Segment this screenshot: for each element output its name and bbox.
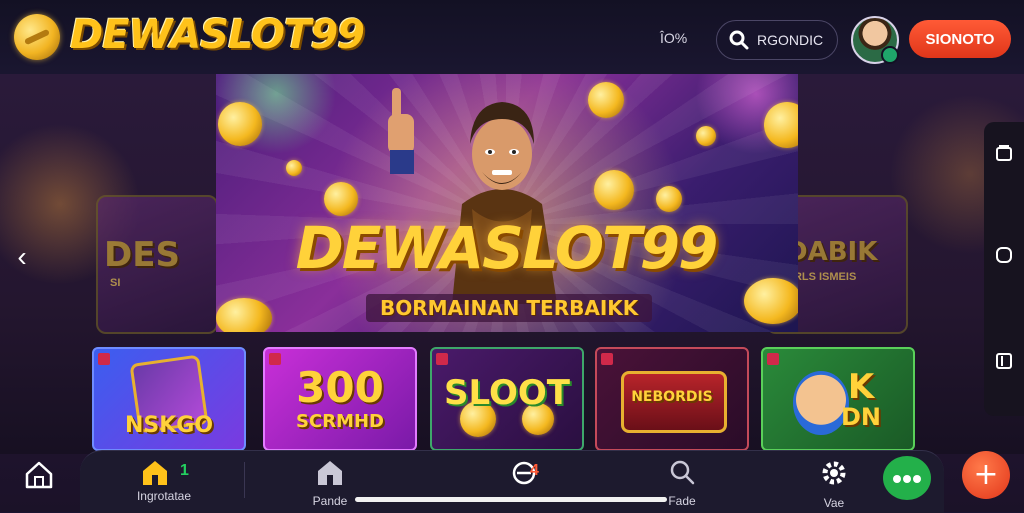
hot-badge-icon — [436, 353, 448, 365]
house-icon — [315, 461, 345, 490]
nav-divider — [244, 462, 245, 498]
nav-item-deposit[interactable]: 4 — [494, 460, 554, 491]
game-card-2[interactable]: 300 SCRMHD — [263, 347, 417, 451]
online-status-icon — [881, 46, 899, 64]
recent-apps-icon[interactable] — [994, 144, 1014, 164]
game-card-4[interactable]: NEBORDIS — [595, 347, 749, 451]
search-label: RGONDIC — [757, 32, 824, 48]
game-card-4-title: NEBORDIS — [631, 389, 713, 405]
coin-decoration — [594, 170, 634, 210]
search-button[interactable]: RGONDIC — [716, 20, 838, 60]
nav-item-deposit-badge: 4 — [530, 462, 539, 479]
side-promo-left-sub: SI — [110, 277, 121, 289]
coin-decoration — [218, 102, 262, 146]
home-circle-icon[interactable] — [994, 246, 1014, 266]
game-card-1[interactable]: NSKGO — [92, 347, 246, 451]
game-card-5[interactable]: K DN — [761, 347, 915, 451]
more-icon — [893, 474, 901, 483]
hero-banner[interactable]: DEWASLOT99 BORMAINAN TERBAIKK — [216, 74, 798, 332]
hot-badge-icon — [767, 353, 779, 365]
side-promo-left-title: DES — [104, 235, 180, 275]
game-card-2-title: 300 — [296, 363, 384, 412]
gear-icon — [819, 461, 849, 492]
side-promo-left[interactable]: DES SI — [96, 195, 218, 334]
coin-decoration — [696, 126, 716, 146]
add-button[interactable]: + — [962, 451, 1010, 499]
more-options-button[interactable] — [883, 456, 931, 500]
nav-item-home-badge: 1 — [180, 462, 189, 479]
coin-decoration — [216, 298, 272, 332]
nav-item-promo[interactable]: Pande — [300, 458, 360, 508]
home-icon — [140, 458, 170, 491]
nav-item-home[interactable]: 1 Ingrotatae — [124, 458, 204, 503]
more-icon-dot — [903, 474, 911, 483]
system-home-indicator[interactable] — [355, 497, 667, 502]
nav-item-promo-label: Pande — [312, 494, 348, 508]
brand-logo-text[interactable]: DEWASLOT99 — [70, 12, 365, 58]
coin-logo-icon[interactable] — [14, 14, 60, 60]
search-icon — [668, 460, 696, 490]
nav-item-home-label: Ingrotatae — [136, 489, 192, 503]
search-icon — [729, 30, 749, 55]
side-promo-right-title: DABIK — [786, 237, 878, 267]
nav-item-settings-label: Vae — [823, 496, 845, 510]
coin-decoration — [324, 182, 358, 216]
hero-subtitle: BORMAINAN TERBAIKK — [366, 294, 653, 322]
game-card-3[interactable]: SLOOT — [430, 347, 584, 451]
percent-indicator: ÎO% — [660, 30, 688, 46]
coin-decoration — [656, 186, 682, 212]
coin-decoration — [744, 278, 798, 324]
game-card-3-title: SLOOT — [444, 373, 570, 413]
chevron-left-icon[interactable]: ‹ — [10, 242, 34, 272]
hot-badge-icon — [601, 353, 613, 365]
game-card-1-title: NSKGO — [124, 413, 214, 438]
more-icon-dot — [913, 474, 921, 483]
game-card-5-title: K — [847, 367, 875, 407]
back-square-icon[interactable] — [994, 352, 1014, 372]
hero-title: DEWASLOT99 — [295, 214, 719, 282]
coin-decoration — [286, 160, 302, 176]
user-avatar[interactable] — [851, 16, 899, 64]
top-header: DEWASLOT99 ÎO% RGONDIC SIONOTO — [0, 0, 1024, 75]
coin-decoration — [588, 82, 624, 118]
floating-side-panel — [984, 122, 1024, 416]
game-card-5-sub: DN — [840, 403, 881, 431]
thumbs-up-hand-illustration — [388, 88, 414, 174]
hot-badge-icon — [98, 353, 110, 365]
nav-item-settings[interactable]: Vae — [804, 458, 864, 510]
home-outline-icon[interactable] — [22, 458, 56, 492]
game-card-2-sub: SCRMHD — [296, 411, 384, 432]
signup-button[interactable]: SIONOTO — [909, 20, 1011, 58]
